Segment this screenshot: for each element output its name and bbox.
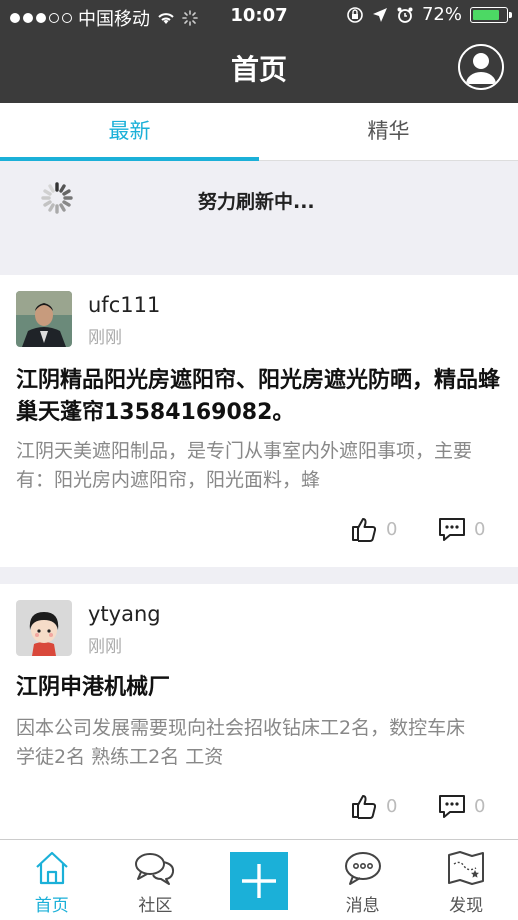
- pull-to-refresh: 努力刷新中...: [0, 161, 518, 275]
- profile-avatar-button[interactable]: [458, 44, 504, 90]
- tabbar-label: 首页: [34, 896, 69, 916]
- orientation-lock-icon: [347, 6, 363, 23]
- tabbar-item-community[interactable]: 社区: [104, 840, 208, 920]
- loading-spinner-icon: [41, 182, 73, 214]
- tabbar-item-home[interactable]: 首页: [0, 840, 104, 920]
- like-button[interactable]: 0: [350, 792, 397, 820]
- status-bar: 中国移动 10:07 72%: [0, 0, 518, 34]
- top-bar: 中国移动 10:07 72% 首页: [0, 0, 518, 103]
- tab-latest[interactable]: 最新: [0, 103, 259, 161]
- tabbar-label: 社区: [138, 896, 173, 916]
- comment-button[interactable]: 0: [438, 792, 485, 820]
- message-icon: [344, 852, 381, 885]
- post-time: 刚刚: [88, 637, 122, 657]
- tabbar-item-messages[interactable]: 消息: [311, 840, 415, 920]
- battery-icon: [470, 6, 512, 23]
- avatar-photo: [16, 291, 72, 347]
- comment-count: 0: [474, 795, 486, 817]
- post-time: 刚刚: [88, 328, 122, 348]
- tab-featured[interactable]: 精华: [259, 103, 518, 160]
- plus-icon: [241, 864, 276, 898]
- tabbar-item-post[interactable]: [207, 840, 311, 920]
- comment-icon: [439, 518, 465, 541]
- post-card[interactable]: ufc111 刚刚 江阴精品阳光房遮阳帘、阳光房遮光防晒，精品蜂巢天蓬帘1358…: [0, 275, 518, 567]
- post-username[interactable]: ytyang: [88, 602, 161, 626]
- user-avatar[interactable]: [16, 600, 72, 656]
- page-title: 首页: [230, 53, 287, 86]
- post-title[interactable]: 江阴申港机械厂: [16, 672, 502, 704]
- comment-button[interactable]: 0: [438, 515, 485, 543]
- tabbar-label: 消息: [345, 896, 380, 916]
- status-right: 72%: [346, 4, 512, 25]
- alarm-icon: [397, 7, 413, 23]
- thumbs-up-icon: [352, 795, 377, 819]
- post-excerpt: 江阴天美遮阳制品，是专门从事室内外遮阳事项，主要有：阳光房内遮阳帘，阳光面料，蜂: [16, 440, 473, 491]
- battery-percent: 72%: [421, 4, 462, 25]
- feed-tabs: 最新 精华: [0, 103, 518, 161]
- home-icon: [36, 851, 68, 885]
- user-avatar[interactable]: [16, 291, 72, 347]
- post-excerpt: 因本公司发展需要现向社会招收钻床工2名，数控车床学徒2名 熟练工2名 工资: [16, 717, 466, 768]
- bottom-tab-bar: 首页 社区 消息 发现: [0, 839, 518, 920]
- refresh-status-text: 努力刷新中...: [198, 191, 315, 213]
- thumbs-up-icon: [352, 518, 377, 542]
- post-card[interactable]: ytyang 刚刚 江阴申港机械厂 因本公司发展需要现向社会招收钻床工2名，数控…: [0, 584, 518, 840]
- location-icon: [372, 7, 387, 22]
- map-icon: [448, 851, 485, 885]
- comment-icon: [439, 795, 465, 818]
- like-count: 0: [386, 795, 398, 817]
- tabbar-item-discover[interactable]: 发现: [414, 840, 518, 920]
- comment-count: 0: [474, 518, 486, 540]
- chat-bubbles-icon: [135, 853, 175, 885]
- tabbar-label: 发现: [449, 896, 484, 916]
- avatar-cartoon: [16, 600, 72, 656]
- like-button[interactable]: 0: [350, 515, 397, 543]
- like-count: 0: [386, 518, 398, 540]
- user-silhouette-icon: [460, 46, 502, 88]
- post-username[interactable]: ufc111: [88, 293, 160, 317]
- post-title[interactable]: 江阴精品阳光房遮阳帘、阳光房遮光防晒，精品蜂巢天蓬帘13584169082。: [16, 365, 502, 429]
- new-post-button[interactable]: [229, 852, 288, 910]
